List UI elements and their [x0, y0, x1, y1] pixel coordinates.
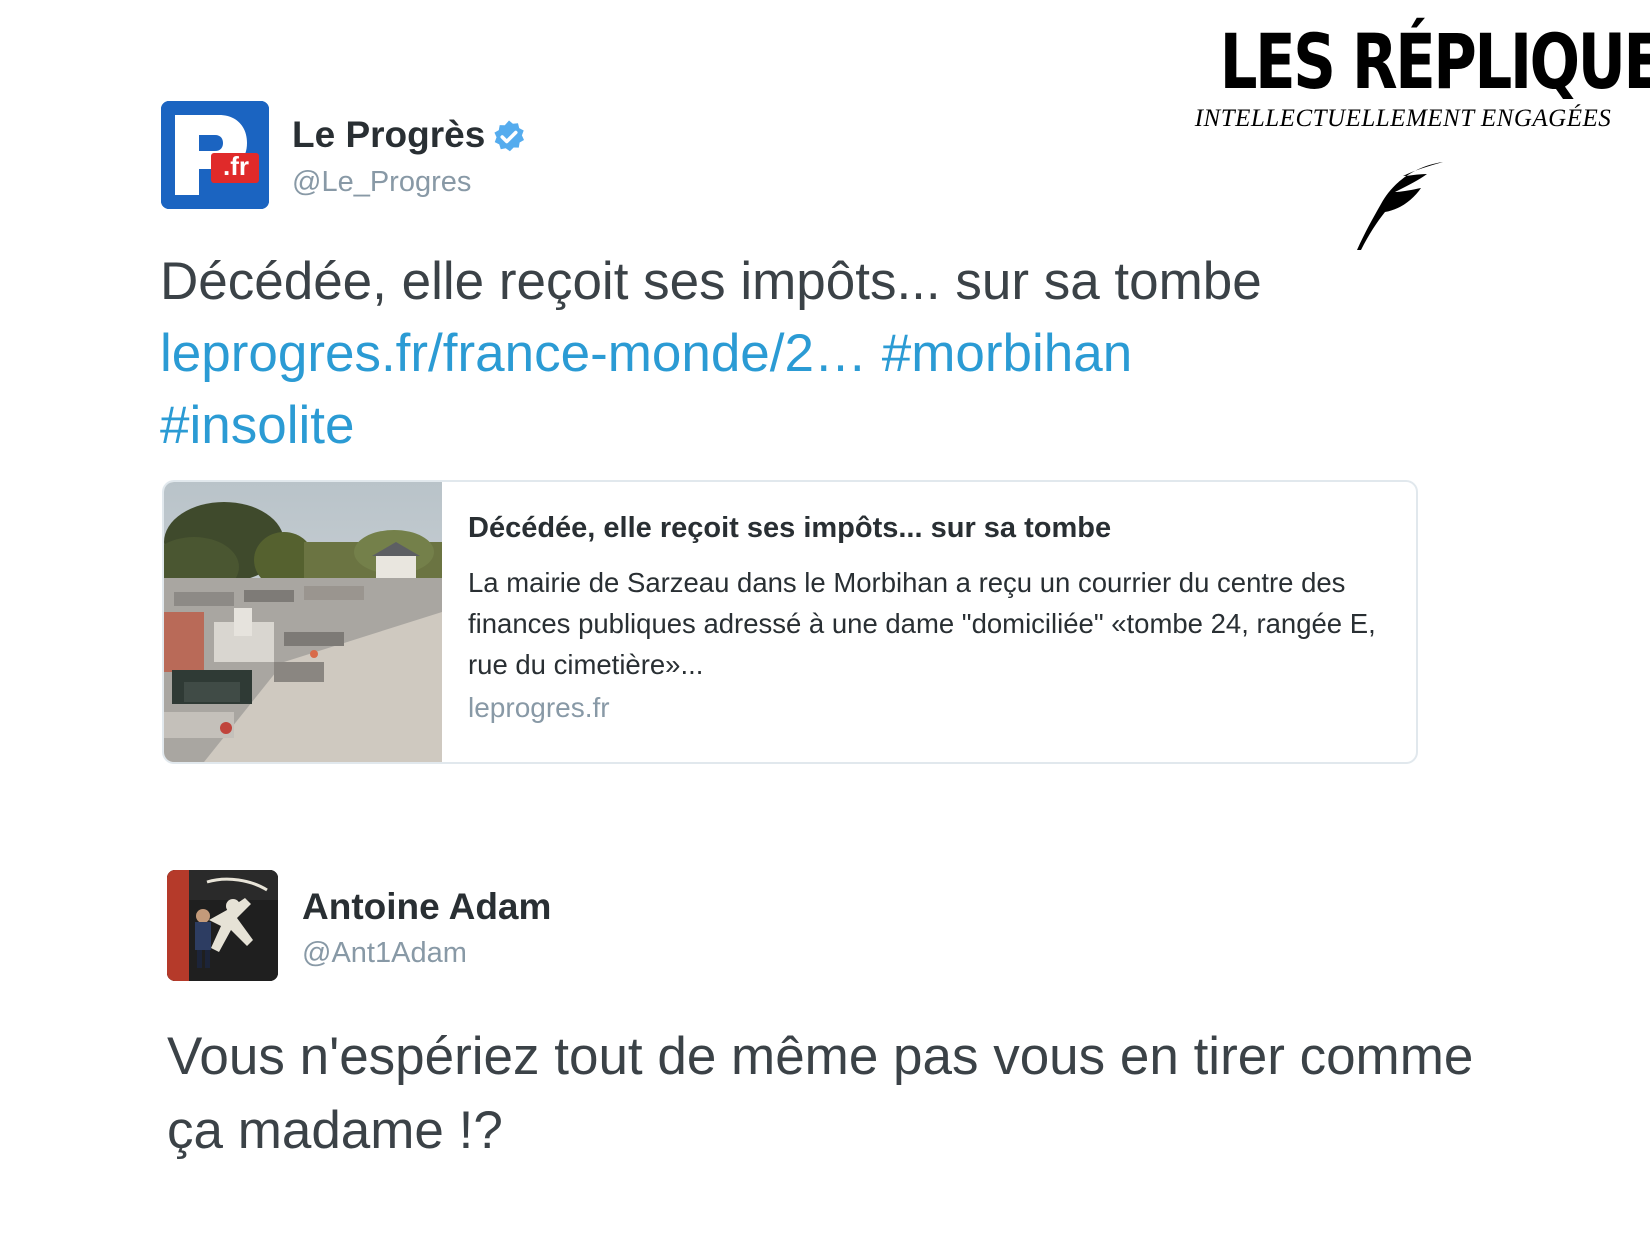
brand-subtitle: INTELLECTUELLEMENT ENGAGÉES [1194, 105, 1612, 132]
card-title: Décédée, elle reçoit ses impôts... sur s… [468, 512, 1112, 544]
article-link[interactable]: leprogres.fr/france-monde/2… [160, 324, 867, 383]
author-name-text: Le Progrès [292, 114, 486, 155]
author-name[interactable]: Le Progrès [292, 114, 527, 156]
reply-author-name[interactable]: Antoine Adam [302, 886, 551, 928]
feather-quill-icon [1357, 162, 1443, 250]
card-description: La mairie de Sarzeau dans le Morbihan a … [468, 567, 1376, 680]
tweet-headline: Décédée, elle reçoit ses impôts... sur s… [160, 252, 1262, 311]
antoine-adam-avatar[interactable] [167, 870, 278, 981]
author-handle[interactable]: @Le_Progres [292, 166, 471, 199]
brand-title: LES RÉPLIQUES [1219, 17, 1650, 106]
reply-author-handle[interactable]: @Ant1Adam [302, 937, 467, 970]
card-domain: leprogres.fr [468, 692, 610, 723]
cemetery-photo [164, 482, 442, 762]
reply-tweet-text: Vous n'espériez tout de même pas vous en… [167, 1027, 1474, 1160]
hashtag-morbihan[interactable]: #morbihan [882, 324, 1132, 383]
le-progres-avatar[interactable]: .fr [161, 101, 269, 209]
tweet-text: Décédée, elle reçoit ses impôts... sur s… [160, 246, 1460, 462]
logo-fr-text: .fr [223, 151, 249, 181]
link-preview-card[interactable]: Décédée, elle reçoit ses impôts... sur s… [162, 480, 1418, 764]
hashtag-insolite[interactable]: #insolite [160, 396, 354, 455]
verified-badge-icon [494, 120, 525, 152]
brand-block: LES RÉPLIQUES INTELLECTUELLEMENT ENGAGÉE… [1168, 17, 1650, 134]
user-avatar-photo [167, 870, 278, 981]
